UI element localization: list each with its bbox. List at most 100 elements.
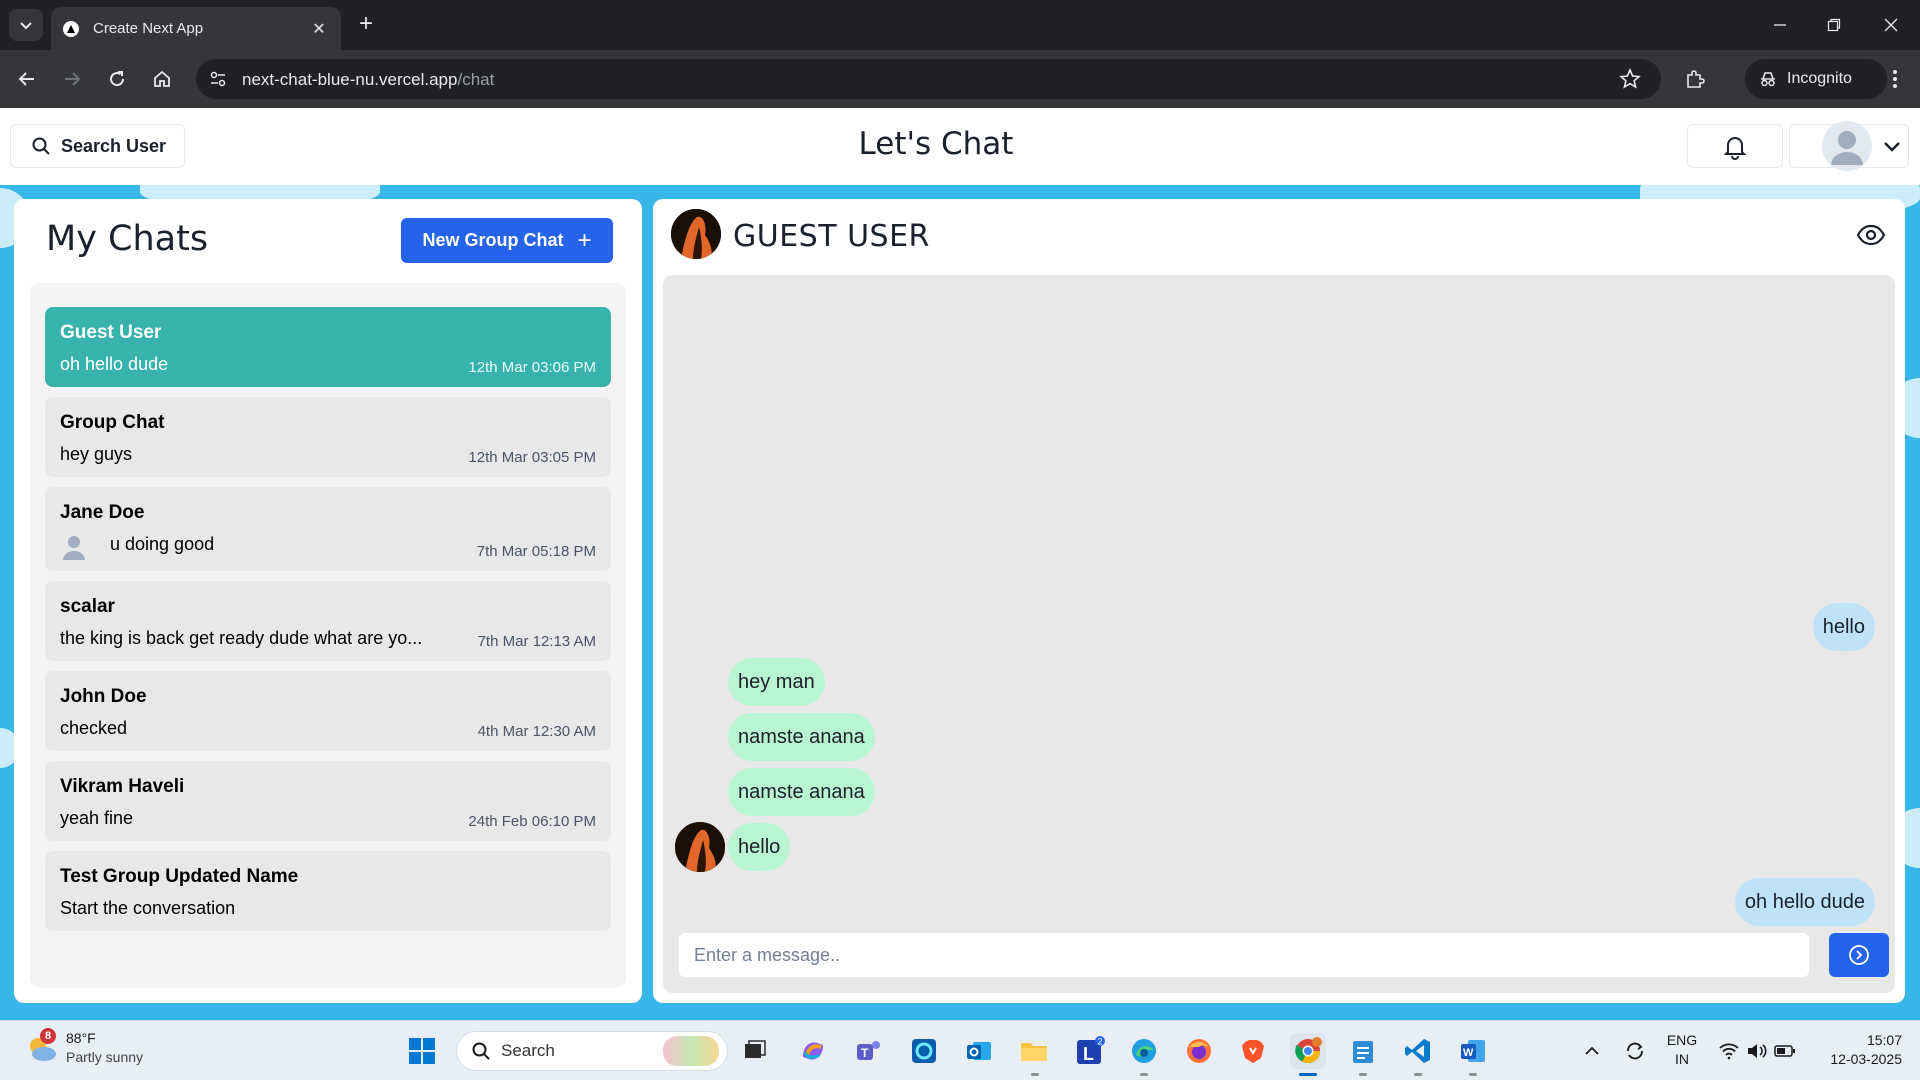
message-bubble-received: hello [728, 823, 791, 871]
task-view-icon[interactable] [737, 1033, 773, 1069]
chat-item-test-group[interactable]: Test Group Updated Name Start the conver… [45, 851, 611, 931]
clock[interactable]: 15:07 12-03-2025 [1812, 1031, 1902, 1069]
teams-icon[interactable]: T [850, 1033, 886, 1069]
user-icon [1831, 131, 1863, 165]
chat-item-name: Group Chat [60, 412, 165, 433]
browser-tab-strip: Create Next App ✕ + [0, 0, 1920, 50]
chat-item-time: 12th Mar 03:05 PM [468, 449, 596, 466]
chat-item-vikram-haveli[interactable]: Vikram Haveli yeah fine 24th Feb 06:10 P… [45, 761, 611, 841]
app-icon-l[interactable]: L2 [1072, 1033, 1108, 1069]
reload-icon [110, 71, 125, 87]
chevron-up-icon [1585, 1046, 1599, 1055]
chat-item-time: 7th Mar 05:18 PM [476, 543, 596, 560]
message-bubble-received: hey man [728, 658, 825, 706]
arrow-right-icon [65, 72, 81, 86]
chat-item-last-message: hey guys [60, 444, 133, 464]
close-tab-icon[interactable]: ✕ [309, 19, 329, 39]
my-chats-title: My Chats [46, 219, 209, 259]
minimize-icon [1774, 24, 1786, 26]
back-button[interactable] [12, 64, 42, 94]
chat-partner-avatar[interactable] [671, 209, 721, 259]
message-bubble-sent: hello [1812, 603, 1875, 651]
message-area: hello hey man namste anana namste anana … [663, 275, 1895, 993]
vscode-icon[interactable] [1400, 1033, 1436, 1069]
firefox-icon[interactable] [1181, 1033, 1217, 1069]
chat-item-name: Vikram Haveli [60, 776, 185, 797]
wifi-icon [1719, 1043, 1739, 1060]
running-indicator [1031, 1073, 1039, 1076]
running-indicator [1299, 1073, 1317, 1076]
start-button[interactable] [404, 1033, 440, 1069]
show-hidden-icons-button[interactable] [1574, 1033, 1610, 1069]
weather-widget[interactable]: 8 88°F Partly sunny [24, 1028, 143, 1067]
app-header: Search User Let's Chat [0, 108, 1920, 185]
notifications-button[interactable] [1687, 124, 1783, 168]
forward-button[interactable] [57, 64, 87, 94]
send-icon [1849, 945, 1869, 965]
send-button[interactable] [1829, 933, 1889, 977]
sync-icon[interactable] [1617, 1033, 1653, 1069]
new-tab-button[interactable]: + [352, 12, 380, 38]
word-icon[interactable]: W [1455, 1033, 1491, 1069]
minimize-button[interactable] [1760, 10, 1800, 40]
view-profile-button[interactable] [1853, 217, 1889, 253]
notepad-icon[interactable] [1345, 1033, 1381, 1069]
url-path: /chat [457, 70, 495, 89]
bell-icon [1723, 137, 1747, 160]
chrome-icon[interactable] [1290, 1033, 1326, 1069]
eye-icon [1856, 224, 1886, 246]
user-icon [60, 533, 88, 561]
file-explorer-icon[interactable] [1016, 1033, 1052, 1069]
app-title: Let's Chat [858, 126, 1014, 162]
tab-search-button[interactable] [9, 9, 43, 41]
edge-icon[interactable] [1126, 1033, 1162, 1069]
chat-item-name: scalar [60, 596, 115, 617]
address-bar[interactable]: next-chat-blue-nu.vercel.app/chat [196, 59, 1661, 99]
clock-time: 15:07 [1866, 1032, 1902, 1048]
new-group-chat-button[interactable]: New Group Chat + [401, 218, 613, 263]
home-icon [154, 70, 170, 87]
browser-tab[interactable]: Create Next App ✕ [51, 7, 341, 50]
bookmark-star-icon[interactable] [1619, 67, 1641, 95]
outlook-icon[interactable] [961, 1033, 997, 1069]
profile-menu-button[interactable] [1789, 121, 1909, 171]
chat-item-time: 24th Feb 06:10 PM [468, 813, 596, 830]
extensions-button[interactable] [1680, 64, 1710, 94]
home-button[interactable] [147, 64, 177, 94]
chat-item-john-doe[interactable]: John Doe checked 4th Mar 12:30 AM [45, 671, 611, 751]
app-icon-blue-ring[interactable] [906, 1033, 942, 1069]
weather-badge: 8 [40, 1028, 56, 1044]
reload-button[interactable] [102, 64, 132, 94]
windows-taskbar: 8 88°F Partly sunny Search T L2 W ENG IN… [0, 1020, 1920, 1080]
chat-item-guest-user[interactable]: Guest User oh hello dude 12th Mar 03:06 … [45, 307, 611, 387]
chat-item-jane-doe[interactable]: Jane Doe u doing good 7th Mar 05:18 PM [45, 487, 611, 571]
system-tray-status[interactable] [1712, 1033, 1802, 1069]
brave-icon[interactable] [1235, 1033, 1271, 1069]
incognito-badge[interactable]: Incognito [1745, 59, 1887, 99]
url-host: next-chat-blue-nu.vercel.app [242, 70, 458, 89]
weather-icon: 8 [24, 1028, 60, 1066]
chat-item-last-message: oh hello dude [60, 354, 169, 374]
close-window-button[interactable] [1871, 10, 1911, 40]
chat-item-group-chat[interactable]: Group Chat hey guys 12th Mar 03:05 PM [45, 397, 611, 477]
browser-toolbar: next-chat-blue-nu.vercel.app/chat Incogn… [0, 50, 1920, 108]
message-sender-avatar[interactable] [675, 822, 725, 872]
windows-logo-icon [409, 1038, 435, 1064]
tab-title: Create Next App [93, 20, 204, 37]
incognito-icon [1761, 72, 1775, 87]
browser-menu-button[interactable] [1880, 64, 1910, 94]
site-info-icon[interactable] [204, 65, 232, 93]
copilot-icon[interactable] [795, 1033, 831, 1069]
weather-temp: 88°F [66, 1030, 96, 1046]
language-indicator[interactable]: ENG IN [1665, 1031, 1699, 1069]
chat-item-last-message: Start the conversation [60, 898, 236, 918]
taskbar-search[interactable]: Search [456, 1031, 728, 1071]
chat-item-last-message: checked [60, 718, 128, 738]
message-input[interactable] [679, 933, 1809, 977]
message-bubble-sent: oh hello dude [1734, 878, 1875, 926]
chat-item-scalar[interactable]: scalar the king is back get ready dude w… [45, 581, 611, 661]
chat-item-time: 4th Mar 12:30 AM [477, 723, 596, 740]
plus-icon: + [577, 226, 592, 254]
restore-button[interactable] [1814, 10, 1854, 40]
search-highlight-image [663, 1036, 719, 1066]
